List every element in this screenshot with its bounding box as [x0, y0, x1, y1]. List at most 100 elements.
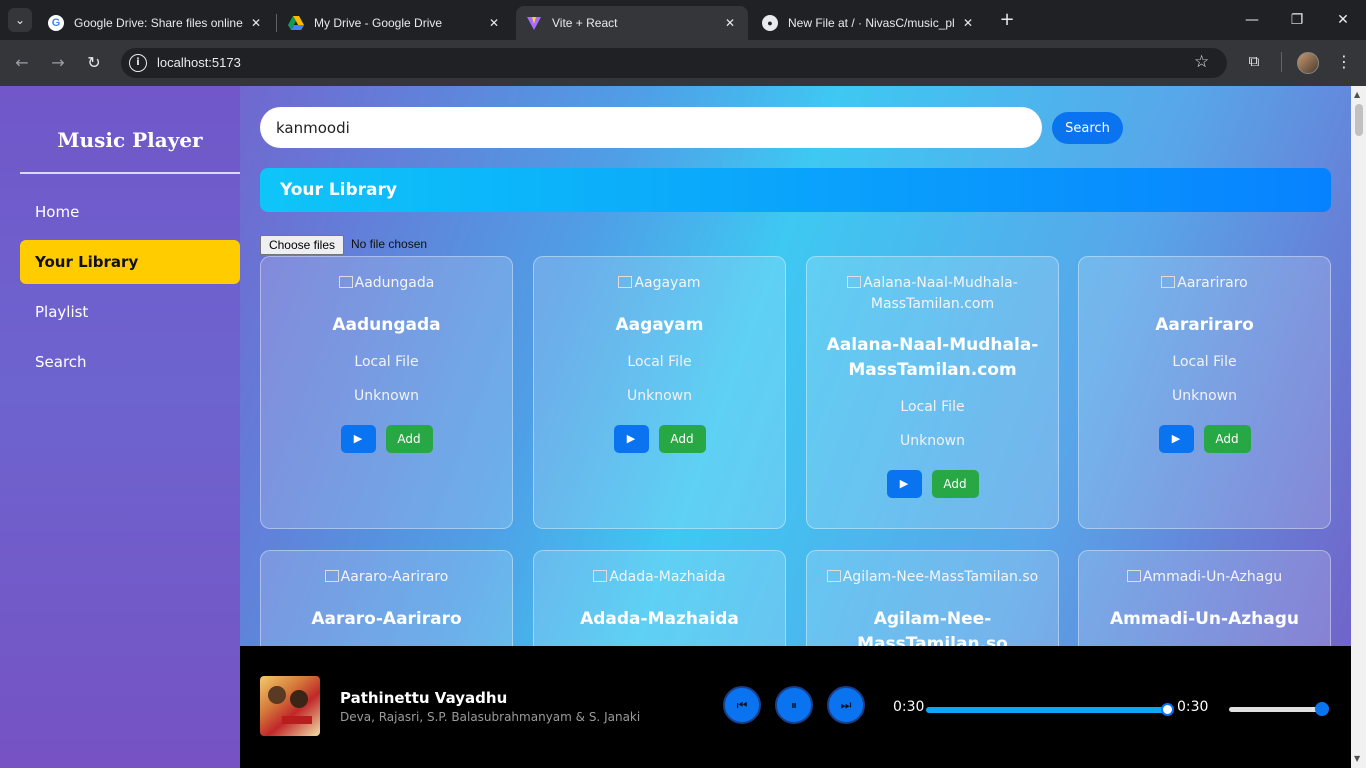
album-art-image: Aararo-Aariraro: [261, 567, 512, 589]
broken-image-icon: [1161, 276, 1176, 288]
tab-title: Vite + React: [552, 16, 618, 30]
album-art-image: Aadungada: [261, 273, 512, 295]
album-art-alt: Aalana-Naal-Mudhala-MassTamilan.com: [863, 275, 1018, 312]
forward-button[interactable]: →: [45, 50, 71, 76]
album-art-alt: Aagayam: [634, 275, 701, 291]
close-window-button[interactable]: ✕: [1323, 8, 1363, 32]
album-cover: [260, 676, 320, 736]
extensions-icon[interactable]: ⧉: [1244, 52, 1264, 72]
album-art-alt: Ammadi-Un-Azhagu: [1142, 569, 1283, 585]
library-header: Your Library: [260, 168, 1331, 212]
scroll-up-icon[interactable]: ▲: [1354, 90, 1360, 99]
tab-title: My Drive - Google Drive: [314, 16, 443, 30]
tab-separator: [276, 14, 277, 32]
album-art-alt: Adada-Mazhaida: [609, 569, 726, 585]
play-button[interactable]: ▶: [886, 470, 922, 498]
minimize-button[interactable]: —: [1232, 8, 1272, 32]
sidebar-item-home[interactable]: Home: [20, 190, 240, 234]
broken-image-icon: [618, 276, 633, 288]
song-title: Aadungada: [332, 315, 441, 335]
play-button[interactable]: ▶: [1158, 425, 1194, 453]
search-input[interactable]: [260, 107, 1042, 148]
add-button[interactable]: Add: [1203, 425, 1251, 453]
sidebar: Music Player Home Your Library Playlist …: [0, 86, 240, 768]
volume-slider[interactable]: [1229, 707, 1321, 712]
sidebar-item-your-library[interactable]: Your Library: [20, 240, 240, 284]
page-scrollbar[interactable]: ▲ ▼: [1351, 86, 1366, 768]
song-source: Local File: [900, 399, 965, 415]
browser-menu-icon[interactable]: ⋮: [1336, 52, 1352, 71]
new-tab-button[interactable]: +: [996, 9, 1018, 31]
progress-thumb[interactable]: [1161, 703, 1174, 716]
broken-image-icon: [324, 570, 339, 582]
browser-tab-4[interactable]: ● New File at / · NivasC/music_pl ✕: [752, 6, 986, 40]
album-art-alt: Aarariraro: [1177, 275, 1248, 291]
close-tab-icon[interactable]: ✕: [486, 16, 502, 30]
play-button[interactable]: ▶: [613, 425, 649, 453]
choose-files-button[interactable]: Choose files: [260, 235, 344, 255]
close-tab-icon[interactable]: ✕: [722, 16, 738, 30]
address-url[interactable]: localhost:5173: [157, 55, 241, 70]
scroll-down-icon[interactable]: ▼: [1354, 754, 1360, 763]
site-info-icon[interactable]: i: [129, 54, 147, 72]
close-tab-icon[interactable]: ✕: [960, 16, 976, 30]
song-card: Aalana-Naal-Mudhala-MassTamilan.com Aala…: [806, 256, 1059, 529]
browser-tab-1[interactable]: G Google Drive: Share files online ✕: [38, 6, 274, 40]
tab-title: New File at / · NivasC/music_pl: [788, 16, 955, 30]
toolbar-separator: [1281, 52, 1282, 72]
add-button[interactable]: Add: [385, 425, 433, 453]
play-button[interactable]: ▶: [340, 425, 376, 453]
player-bar: Pathinettu Vayadhu Deva, Rajasri, S.P. B…: [240, 646, 1351, 768]
reload-button[interactable]: ↻: [81, 50, 107, 76]
song-title: Adada-Mazhaida: [580, 609, 739, 629]
album-art-image: Aagayam: [534, 273, 785, 295]
back-button[interactable]: ←: [9, 50, 35, 76]
tab-strip: ⌄ G Google Drive: Share files online ✕ M…: [0, 0, 1366, 40]
add-button[interactable]: Add: [931, 470, 979, 498]
song-artist: Unknown: [900, 433, 965, 449]
song-card: Aadungada Aadungada Local File Unknown ▶…: [260, 256, 513, 529]
profile-avatar[interactable]: [1297, 52, 1319, 74]
page-viewport: Music Player Home Your Library Playlist …: [0, 86, 1366, 768]
broken-image-icon: [1126, 570, 1141, 582]
song-source: Local File: [354, 354, 419, 370]
song-card: Aarariraro Aarariraro Local File Unknown…: [1078, 256, 1331, 529]
volume-thumb[interactable]: [1315, 702, 1329, 716]
add-button[interactable]: Add: [658, 425, 706, 453]
song-title: Ammadi-Un-Azhagu: [1110, 609, 1299, 629]
address-bar[interactable]: [121, 48, 1227, 78]
bookmark-star-icon[interactable]: ☆: [1194, 52, 1209, 72]
browser-tab-3[interactable]: Vite + React ✕: [516, 6, 748, 40]
album-art-alt: Aararo-Aariraro: [340, 569, 449, 585]
file-status: No file chosen: [351, 237, 428, 251]
album-art-alt: Agilam-Nee-MassTamilan.so: [842, 569, 1039, 585]
restore-button[interactable]: ❐: [1277, 8, 1317, 32]
pause-button[interactable]: ⏸: [775, 686, 813, 724]
tab-search-button[interactable]: ⌄: [8, 8, 32, 32]
sidebar-item-search[interactable]: Search: [20, 340, 240, 384]
google-drive-icon: [288, 15, 304, 31]
album-art-image: Ammadi-Un-Azhagu: [1079, 567, 1330, 589]
github-icon: ●: [762, 15, 778, 31]
song-title: Aagayam: [615, 315, 704, 335]
next-button[interactable]: ⏭: [827, 686, 865, 724]
album-art-image: Aalana-Naal-Mudhala-MassTamilan.com: [807, 273, 1058, 315]
google-icon: G: [48, 15, 64, 31]
scrollbar-thumb[interactable]: [1355, 104, 1363, 136]
sidebar-item-playlist[interactable]: Playlist: [20, 290, 240, 334]
album-art-image: Adada-Mazhaida: [534, 567, 785, 589]
browser-tab-2[interactable]: My Drive - Google Drive ✕: [278, 6, 512, 40]
song-artist: Unknown: [627, 388, 692, 404]
search-button[interactable]: Search: [1052, 112, 1123, 144]
now-playing-artists: Deva, Rajasri, S.P. Balasubrahmanyam & S…: [340, 710, 641, 724]
duration: 0:30: [1177, 699, 1209, 715]
close-tab-icon[interactable]: ✕: [248, 16, 264, 30]
song-card: Aagayam Aagayam Local File Unknown ▶ Add: [533, 256, 786, 529]
song-title: Aarariraro: [1155, 315, 1254, 335]
progress-slider[interactable]: [926, 707, 1168, 713]
broken-image-icon: [338, 276, 353, 288]
now-playing-title: Pathinettu Vayadhu: [340, 689, 508, 707]
song-title: Aararo-Aariraro: [311, 609, 462, 629]
broken-image-icon: [826, 570, 841, 582]
previous-button[interactable]: ⏮: [723, 686, 761, 724]
